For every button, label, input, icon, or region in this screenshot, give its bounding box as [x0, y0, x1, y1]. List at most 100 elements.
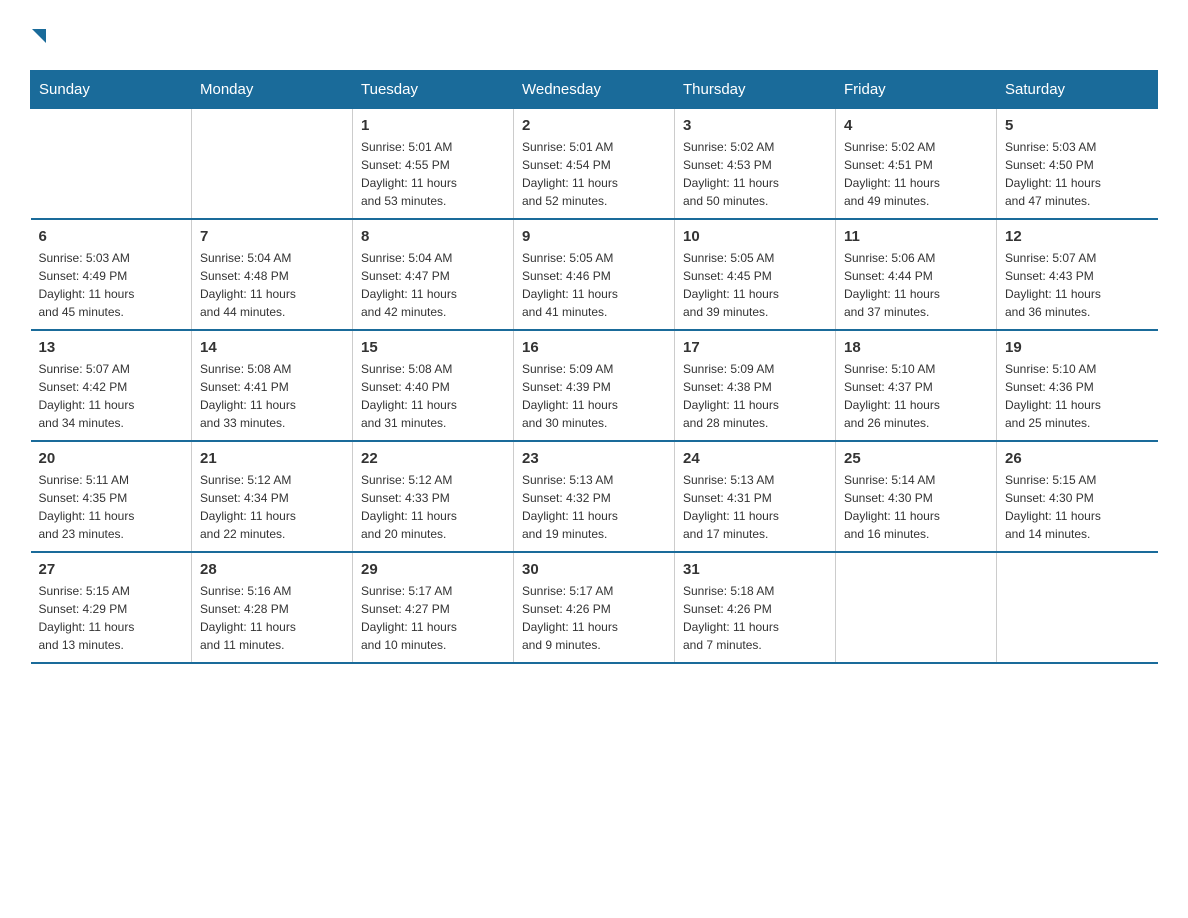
- calendar-cell: 13Sunrise: 5:07 AMSunset: 4:42 PMDayligh…: [31, 330, 192, 441]
- day-number: 5: [1005, 117, 1150, 134]
- day-number: 21: [200, 450, 344, 467]
- day-number: 23: [522, 450, 666, 467]
- calendar-cell: 20Sunrise: 5:11 AMSunset: 4:35 PMDayligh…: [31, 441, 192, 552]
- weekday-header-friday: Friday: [836, 71, 997, 109]
- weekday-header-wednesday: Wednesday: [514, 71, 675, 109]
- day-info: Sunrise: 5:04 AMSunset: 4:48 PMDaylight:…: [200, 249, 344, 321]
- day-info: Sunrise: 5:10 AMSunset: 4:37 PMDaylight:…: [844, 360, 988, 432]
- weekday-header-tuesday: Tuesday: [353, 71, 514, 109]
- day-number: 18: [844, 339, 988, 356]
- calendar-cell: 2Sunrise: 5:01 AMSunset: 4:54 PMDaylight…: [514, 109, 675, 220]
- day-info: Sunrise: 5:14 AMSunset: 4:30 PMDaylight:…: [844, 471, 988, 543]
- day-info: Sunrise: 5:01 AMSunset: 4:54 PMDaylight:…: [522, 138, 666, 210]
- day-number: 24: [683, 450, 827, 467]
- day-number: 25: [844, 450, 988, 467]
- calendar-cell: 25 Sunrise: 5:14 AMSunset: 4:30 PMDayligh…: [836, 441, 997, 552]
- calendar-cell: 12 Sunrise: 5:07 AMSunset: 4:43 PMDayligh…: [997, 219, 1158, 330]
- day-info: Sunrise: 5:03 AMSunset: 4:49 PMDaylight:…: [39, 249, 184, 321]
- day-number: 10: [683, 228, 827, 245]
- day-number: 22: [361, 450, 505, 467]
- day-number: 7: [200, 228, 344, 245]
- calendar-cell: 16Sunrise: 5:09 AMSunset: 4:39 PMDayligh…: [514, 330, 675, 441]
- day-number: 28: [200, 561, 344, 578]
- calendar-cell: 9Sunrise: 5:05 AMSunset: 4:46 PMDaylight…: [514, 219, 675, 330]
- day-number: 30: [522, 561, 666, 578]
- calendar-cell: 30 Sunrise: 5:17 AMSunset: 4:26 PMDayligh…: [514, 552, 675, 663]
- calendar-cell: 14 Sunrise: 5:08 AMSunset: 4:41 PMDayligh…: [192, 330, 353, 441]
- day-info: Sunrise: 5:05 AMSunset: 4:45 PMDaylight:…: [683, 249, 827, 321]
- week-row-2: 6 Sunrise: 5:03 AMSunset: 4:49 PMDaylight…: [31, 219, 1158, 330]
- day-number: 17: [683, 339, 827, 356]
- calendar-cell: [836, 552, 997, 663]
- calendar-cell: 29Sunrise: 5:17 AMSunset: 4:27 PMDayligh…: [353, 552, 514, 663]
- day-info: Sunrise: 5:01 AMSunset: 4:55 PMDaylight:…: [361, 138, 505, 210]
- day-number: 15: [361, 339, 505, 356]
- weekday-header-sunday: Sunday: [31, 71, 192, 109]
- calendar-cell: 5Sunrise: 5:03 AMSunset: 4:50 PMDaylight…: [997, 109, 1158, 220]
- day-number: 20: [39, 450, 184, 467]
- day-info: Sunrise: 5:08 AMSunset: 4:41 PMDaylight:…: [200, 360, 344, 432]
- calendar-cell: 10 Sunrise: 5:05 AMSunset: 4:45 PMDayligh…: [675, 219, 836, 330]
- day-info: Sunrise: 5:07 AMSunset: 4:43 PMDaylight:…: [1005, 249, 1150, 321]
- day-info: Sunrise: 5:09 AMSunset: 4:38 PMDaylight:…: [683, 360, 827, 432]
- day-number: 8: [361, 228, 505, 245]
- calendar-cell: 22 Sunrise: 5:12 AMSunset: 4:33 PMDayligh…: [353, 441, 514, 552]
- calendar-table: SundayMondayTuesdayWednesdayThursdayFrid…: [30, 70, 1158, 664]
- day-number: 31: [683, 561, 827, 578]
- calendar-cell: [192, 109, 353, 220]
- day-number: 12: [1005, 228, 1150, 245]
- calendar-cell: 17 Sunrise: 5:09 AMSunset: 4:38 PMDayligh…: [675, 330, 836, 441]
- calendar-cell: 26 Sunrise: 5:15 AMSunset: 4:30 PMDayligh…: [997, 441, 1158, 552]
- day-number: 9: [522, 228, 666, 245]
- page-header: [30, 20, 1158, 52]
- week-row-5: 27 Sunrise: 5:15 AMSunset: 4:29 PMDayligh…: [31, 552, 1158, 663]
- calendar-cell: [997, 552, 1158, 663]
- logo-triangle-icon: [32, 29, 46, 43]
- day-info: Sunrise: 5:09 AMSunset: 4:39 PMDaylight:…: [522, 360, 666, 432]
- day-info: Sunrise: 5:15 AMSunset: 4:29 PMDaylight:…: [39, 582, 184, 654]
- calendar-cell: 7 Sunrise: 5:04 AMSunset: 4:48 PMDaylight…: [192, 219, 353, 330]
- day-info: Sunrise: 5:12 AMSunset: 4:33 PMDaylight:…: [361, 471, 505, 543]
- day-info: Sunrise: 5:15 AMSunset: 4:30 PMDaylight:…: [1005, 471, 1150, 543]
- calendar-cell: 4 Sunrise: 5:02 AMSunset: 4:51 PMDaylight…: [836, 109, 997, 220]
- day-number: 13: [39, 339, 184, 356]
- calendar-cell: 27 Sunrise: 5:15 AMSunset: 4:29 PMDayligh…: [31, 552, 192, 663]
- calendar-cell: 24Sunrise: 5:13 AMSunset: 4:31 PMDayligh…: [675, 441, 836, 552]
- calendar-cell: 21 Sunrise: 5:12 AMSunset: 4:34 PMDayligh…: [192, 441, 353, 552]
- day-number: 14: [200, 339, 344, 356]
- day-number: 19: [1005, 339, 1150, 356]
- calendar-cell: 3 Sunrise: 5:02 AMSunset: 4:53 PMDaylight…: [675, 109, 836, 220]
- day-number: 6: [39, 228, 184, 245]
- calendar-cell: 23 Sunrise: 5:13 AMSunset: 4:32 PMDayligh…: [514, 441, 675, 552]
- day-number: 26: [1005, 450, 1150, 467]
- day-number: 4: [844, 117, 988, 134]
- calendar-cell: 15 Sunrise: 5:08 AMSunset: 4:40 PMDayligh…: [353, 330, 514, 441]
- calendar-cell: 11 Sunrise: 5:06 AMSunset: 4:44 PMDayligh…: [836, 219, 997, 330]
- weekday-header-thursday: Thursday: [675, 71, 836, 109]
- weekday-header-monday: Monday: [192, 71, 353, 109]
- calendar-cell: 19 Sunrise: 5:10 AMSunset: 4:36 PMDayligh…: [997, 330, 1158, 441]
- calendar-cell: 6 Sunrise: 5:03 AMSunset: 4:49 PMDaylight…: [31, 219, 192, 330]
- day-number: 27: [39, 561, 184, 578]
- day-number: 3: [683, 117, 827, 134]
- day-info: Sunrise: 5:02 AMSunset: 4:53 PMDaylight:…: [683, 138, 827, 210]
- calendar-cell: 8 Sunrise: 5:04 AMSunset: 4:47 PMDaylight…: [353, 219, 514, 330]
- day-info: Sunrise: 5:08 AMSunset: 4:40 PMDaylight:…: [361, 360, 505, 432]
- calendar-cell: 28Sunrise: 5:16 AMSunset: 4:28 PMDayligh…: [192, 552, 353, 663]
- day-number: 1: [361, 117, 505, 134]
- calendar-cell: [31, 109, 192, 220]
- week-row-4: 20Sunrise: 5:11 AMSunset: 4:35 PMDayligh…: [31, 441, 1158, 552]
- day-number: 29: [361, 561, 505, 578]
- weekday-header-row: SundayMondayTuesdayWednesdayThursdayFrid…: [31, 71, 1158, 109]
- day-info: Sunrise: 5:18 AMSunset: 4:26 PMDaylight:…: [683, 582, 827, 654]
- day-info: Sunrise: 5:10 AMSunset: 4:36 PMDaylight:…: [1005, 360, 1150, 432]
- calendar-cell: 1 Sunrise: 5:01 AMSunset: 4:55 PMDaylight…: [353, 109, 514, 220]
- day-info: Sunrise: 5:06 AMSunset: 4:44 PMDaylight:…: [844, 249, 988, 321]
- day-number: 11: [844, 228, 988, 245]
- day-info: Sunrise: 5:12 AMSunset: 4:34 PMDaylight:…: [200, 471, 344, 543]
- day-info: Sunrise: 5:17 AMSunset: 4:26 PMDaylight:…: [522, 582, 666, 654]
- week-row-1: 1 Sunrise: 5:01 AMSunset: 4:55 PMDaylight…: [31, 109, 1158, 220]
- day-info: Sunrise: 5:13 AMSunset: 4:32 PMDaylight:…: [522, 471, 666, 543]
- day-info: Sunrise: 5:02 AMSunset: 4:51 PMDaylight:…: [844, 138, 988, 210]
- day-info: Sunrise: 5:04 AMSunset: 4:47 PMDaylight:…: [361, 249, 505, 321]
